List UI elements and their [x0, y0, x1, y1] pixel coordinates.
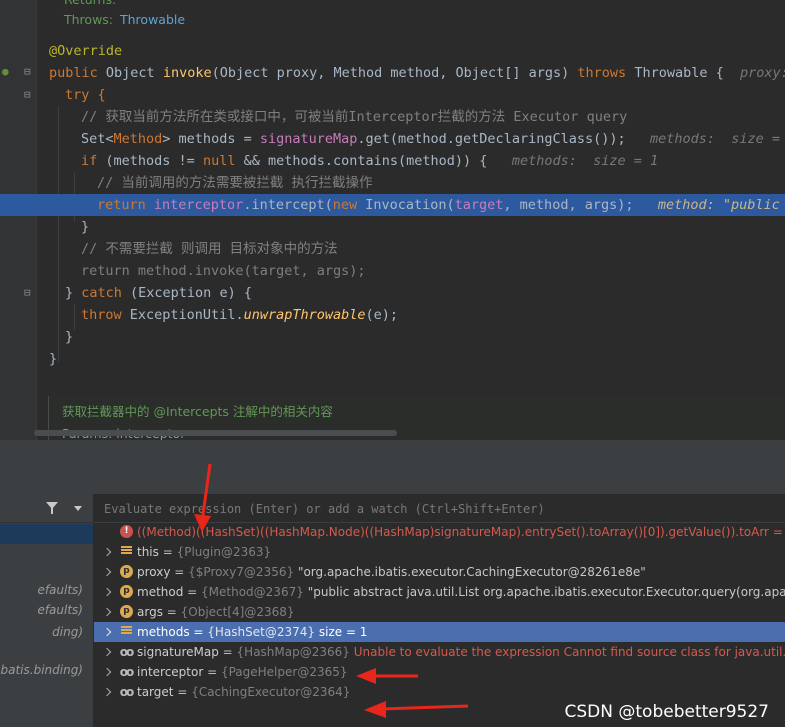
annotation-arrow — [364, 701, 469, 718]
annotation-arrows — [194, 463, 469, 718]
watermark: CSDN @tobebetter9527 — [564, 702, 769, 722]
annotation-arrow — [194, 463, 212, 532]
annotation-arrow — [356, 668, 418, 684]
